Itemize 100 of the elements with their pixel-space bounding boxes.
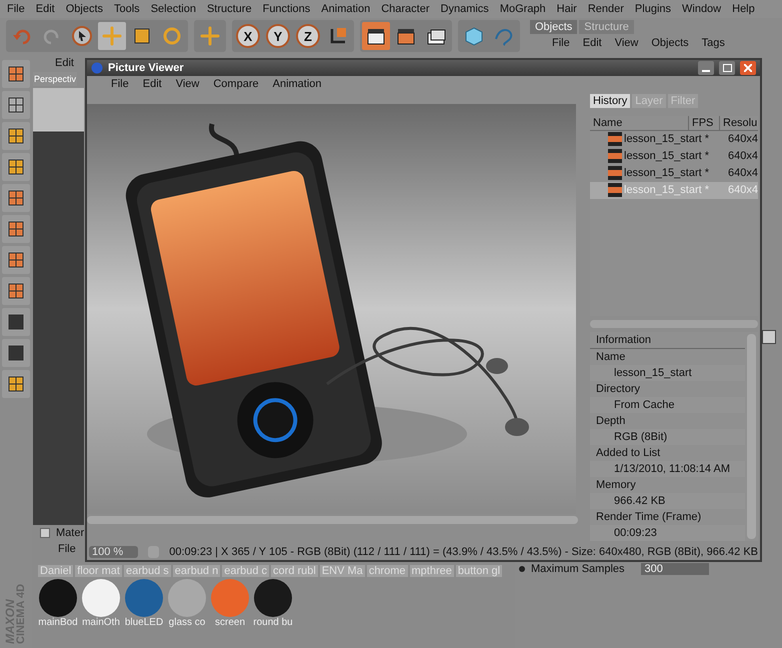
material-name: mainBod xyxy=(38,617,78,628)
column-header[interactable]: Name xyxy=(590,116,688,130)
field-label: Maximum Samples xyxy=(531,563,625,575)
menu-item[interactable]: Edit xyxy=(55,57,74,69)
menu-item[interactable]: Objects xyxy=(66,3,103,15)
viewport-tab[interactable]: Perspectiv xyxy=(33,72,78,86)
info-label: Directory xyxy=(595,382,642,397)
mode-icon[interactable] xyxy=(2,91,30,119)
thumbnail-icon xyxy=(608,166,622,180)
panel-tab[interactable]: History xyxy=(590,94,630,108)
mode-icon[interactable] xyxy=(2,308,30,336)
axis-button[interactable]: Z xyxy=(296,24,320,48)
zoom-field[interactable]: 100 % xyxy=(89,546,138,558)
info-label: Depth xyxy=(595,414,626,429)
info-value: 966.42 KB xyxy=(590,492,745,509)
menu-item[interactable]: Plugins xyxy=(634,3,671,15)
mode-icon[interactable] xyxy=(2,215,30,243)
info-value: lesson_15_start xyxy=(590,364,745,381)
menu-item[interactable]: Edit xyxy=(36,3,55,15)
status-text: 00:09:23 | X 365 / Y 105 - RGB (8Bit) (112 / 111 / 111) = (43.9% / 43.5% / 43.5%) - Size: 640x480, RGB (8Bit), 966.42 KB xyxy=(169,546,758,558)
menu-item[interactable]: Tools xyxy=(114,3,140,15)
section-title: Information xyxy=(590,332,745,349)
menu-item[interactable]: View xyxy=(176,78,200,90)
scrollbar[interactable] xyxy=(747,334,756,539)
material-swatch[interactable] xyxy=(254,579,292,617)
table-cell: 640x4 xyxy=(728,184,758,196)
viewport[interactable] xyxy=(33,88,84,525)
material-swatch[interactable] xyxy=(168,579,206,617)
mode-icon[interactable] xyxy=(2,246,30,274)
menu-item[interactable]: Animation xyxy=(272,78,322,90)
mode-icon[interactable] xyxy=(2,153,30,181)
info-label: Name xyxy=(595,350,626,365)
info-label: Memory xyxy=(595,478,637,493)
history-row[interactable]: lesson_15_start * 640x4 xyxy=(590,164,758,182)
menu-item[interactable]: Structure xyxy=(206,3,252,15)
column-header[interactable]: FPS xyxy=(688,116,719,130)
history-row[interactable]: lesson_15_start * 640x4 xyxy=(590,148,758,165)
info-value: From Cache xyxy=(590,396,745,413)
scrollbar[interactable] xyxy=(87,516,578,524)
menu-item[interactable]: File xyxy=(552,37,570,49)
mode-icon[interactable] xyxy=(2,370,30,398)
clapper-icon[interactable] xyxy=(362,22,390,50)
maximize-icon xyxy=(722,64,732,72)
axis-button[interactable]: X xyxy=(236,24,260,48)
window-title: Picture Viewer xyxy=(108,62,185,74)
info-value: 00:09:23 xyxy=(590,524,745,541)
menu-item[interactable]: File xyxy=(111,78,129,90)
menu-item[interactable]: Selection xyxy=(150,3,196,15)
menu-item[interactable]: Edit xyxy=(142,78,162,90)
close-button[interactable] xyxy=(740,61,756,76)
table-cell-text: lesson_15_start * xyxy=(624,133,710,146)
menu-item[interactable]: Edit xyxy=(582,37,602,49)
table-cell: 640x4 xyxy=(728,150,758,162)
menu-item[interactable]: View xyxy=(614,37,638,49)
menu-item[interactable]: Render xyxy=(588,3,624,15)
panel-icon[interactable] xyxy=(762,330,776,344)
menu-item[interactable]: Help xyxy=(732,3,755,15)
menu-item[interactable]: MoGraph xyxy=(500,3,546,15)
column-header[interactable]: Resolu xyxy=(719,116,758,130)
menu-item[interactable]: Compare xyxy=(213,78,259,90)
menu-item[interactable]: Hair xyxy=(556,3,577,15)
mode-icon[interactable] xyxy=(2,184,30,212)
table-cell: 640x4 xyxy=(728,167,758,180)
panel-tab[interactable]: Objects xyxy=(530,20,578,34)
minimize-button[interactable] xyxy=(698,61,714,76)
mode-icon[interactable] xyxy=(2,60,30,88)
menu-item[interactable]: Window xyxy=(682,3,722,15)
table-cell-text: lesson_15_start * xyxy=(624,184,710,196)
table-cell-text: lesson_15_start * xyxy=(624,150,710,162)
material-swatch[interactable] xyxy=(39,579,77,617)
material-swatch[interactable] xyxy=(125,579,163,617)
menu-item[interactable]: Dynamics xyxy=(440,3,489,15)
panel-title: Mater xyxy=(56,527,84,539)
mode-icon[interactable] xyxy=(2,339,30,367)
radio-icon[interactable] xyxy=(519,566,525,572)
material-name: mainOth xyxy=(82,617,120,628)
material-swatch[interactable] xyxy=(82,579,120,617)
input-field[interactable]: 300 xyxy=(640,563,709,575)
info-value: 1/13/2010, 11:08:14 AM xyxy=(590,460,745,477)
maximize-button[interactable] xyxy=(719,61,735,76)
info-label: Added to List xyxy=(595,446,662,461)
menu-item[interactable]: Animation xyxy=(321,3,370,15)
material-name: screen xyxy=(214,617,245,628)
material-name: glass co xyxy=(168,617,206,628)
menu-item[interactable]: Tags xyxy=(702,37,725,49)
material-swatch[interactable] xyxy=(211,579,249,617)
mode-icon[interactable] xyxy=(2,277,30,305)
info-label: Render Time (Frame) xyxy=(595,510,702,525)
material-name: round bu xyxy=(253,617,293,628)
axis-button[interactable]: Y xyxy=(266,24,290,48)
checkbox[interactable] xyxy=(40,528,50,538)
material-name: blueLED xyxy=(124,617,164,628)
mode-icon[interactable] xyxy=(2,122,30,150)
menu-item[interactable]: Functions xyxy=(262,3,310,15)
history-row[interactable]: lesson_15_start * 640x4 xyxy=(590,130,758,148)
menu-item[interactable]: Objects xyxy=(651,37,689,49)
menu-item[interactable]: File xyxy=(58,543,76,555)
menu-item[interactable]: Character xyxy=(381,3,430,15)
table-cell: 640x4 xyxy=(728,133,758,146)
menu-item[interactable]: File xyxy=(7,3,25,15)
